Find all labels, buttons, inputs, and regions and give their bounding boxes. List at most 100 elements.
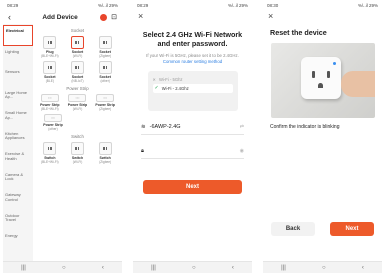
add-device-screen: 08:29 %\..il 29% ‹ Add Device ⊡ Electric… <box>3 0 122 273</box>
wifi-option-24g: ✓ Wi-Fi - 2.4Ghz <box>152 83 233 93</box>
category-electrical[interactable]: Electrical <box>3 25 33 46</box>
wifi-setup-screen: 08:29 %\..il 29% × Select 2.4 GHz Wi-Fi … <box>133 0 252 273</box>
category-small-home[interactable]: Small Home Ap... <box>3 108 33 129</box>
status-bar: 08:30 %\..il 29% <box>263 0 382 10</box>
close-icon[interactable]: × <box>133 10 252 22</box>
category-outdoor[interactable]: Outdoor Travel <box>3 211 33 232</box>
switch-icon <box>98 142 112 156</box>
device-row: ▫▫▫ Power Strip (other) <box>36 114 119 131</box>
wifi-icon: ≋ <box>141 124 146 131</box>
wifi-note: If your Wi-Fi is 5GHz, please set it to … <box>146 53 239 64</box>
power-strip-icon: ▫▫▫ <box>68 94 87 103</box>
device-row: Plug (BLE+Wi-Fi) Socket (Wi-Fi) Socket (… <box>36 36 119 58</box>
socket-icon <box>98 61 112 75</box>
status-icons: %\..il 29% <box>227 2 248 8</box>
recent-apps-icon[interactable]: ||| <box>21 265 26 271</box>
home-icon[interactable]: ○ <box>322 265 326 271</box>
device-strip-ble-wifi[interactable]: ▫▫▫ Power Strip (BLE+Wi-Fi) <box>37 94 63 111</box>
device-socket-wifi[interactable]: Socket (Wi-Fi) <box>64 36 90 58</box>
category-lighting[interactable]: Lighting <box>3 47 33 68</box>
power-strip-icon: ▫▫▫ <box>40 94 59 103</box>
category-sensors[interactable]: Sensors <box>3 67 33 88</box>
smart-plug-image <box>300 57 341 99</box>
power-strip-icon: ▫▫▫ <box>44 114 62 123</box>
nav-back-icon[interactable]: ‹ <box>102 265 104 271</box>
header: ‹ Add Device ⊡ <box>3 10 122 24</box>
wifi-option-5g: ✕ Wi-Fi - 5Ghz <box>152 76 183 82</box>
finger-press-image <box>340 71 375 97</box>
socket-icon <box>98 36 112 49</box>
confirm-text: Confirm the indicator is blinking <box>270 124 340 130</box>
device-switch-wifi[interactable]: Switch (Wi-Fi) <box>64 142 90 164</box>
password-field[interactable]: 🔒︎ ◉ <box>141 145 244 159</box>
page-title: Select 2.4 GHz Wi-Fi Network and enter p… <box>142 30 243 48</box>
reset-illustration <box>270 43 375 118</box>
status-icons: %\..il 29% <box>357 2 378 8</box>
device-grid: Socket Plug (BLE+Wi-Fi) Socket (Wi-Fi) S… <box>33 24 122 261</box>
next-button[interactable]: Next <box>143 180 242 194</box>
switch-icon <box>70 142 84 156</box>
router-setting-link[interactable]: Common router setting method <box>163 59 222 64</box>
category-camera[interactable]: Camera & Lock <box>3 170 33 191</box>
device-plug-ble-wifi[interactable]: Plug (BLE+Wi-Fi) <box>37 36 63 58</box>
home-icon[interactable]: ○ <box>62 265 66 271</box>
category-energy[interactable]: Energy <box>3 231 33 252</box>
page-title: Reset the device <box>270 28 327 37</box>
status-bar: 08:29 %\..il 29% <box>3 0 122 10</box>
section-label: Socket <box>70 28 85 33</box>
back-icon[interactable]: ‹ <box>8 12 20 22</box>
category-large-home[interactable]: Large Home Ap... <box>3 88 33 109</box>
category-exercise[interactable]: Exercise & Health <box>3 149 33 170</box>
switch-icon <box>43 142 57 156</box>
category-gateway[interactable]: Gateway Control <box>3 190 33 211</box>
device-switch-zigbee[interactable]: Switch (Zigbee) <box>92 142 118 164</box>
device-socket-other[interactable]: Socket (other) <box>92 61 118 83</box>
device-socket-ble[interactable]: Socket (BLE) <box>37 61 63 83</box>
nav-back-icon[interactable]: ‹ <box>362 265 364 271</box>
header-actions: ⊡ <box>100 13 117 21</box>
device-row: Switch (BLE+Wi-Fi) Switch (Wi-Fi) Switch… <box>36 142 119 164</box>
status-time: 08:29 <box>137 2 149 8</box>
device-switch-ble-wifi[interactable]: Switch (BLE+Wi-Fi) <box>37 142 63 164</box>
scan-badge-icon[interactable] <box>100 13 108 21</box>
category-sidebar: Electrical Lighting Sensors Large Home A… <box>3 24 33 261</box>
wifi-illustration: ✕ Wi-Fi - 5Ghz ✓ Wi-Fi - 2.4Ghz <box>147 70 238 111</box>
device-socket-nbiot[interactable]: Socket (NB-IoT) <box>64 61 90 83</box>
add-device-body: Electrical Lighting Sensors Large Home A… <box>3 24 122 261</box>
device-strip-wifi[interactable]: ▫▫▫ Power Strip (Wi-Fi) <box>64 94 90 111</box>
reset-device-screen: 08:30 %\..il 29% × Reset the device Conf… <box>263 0 382 273</box>
indicator-light <box>332 62 336 65</box>
qr-scan-icon[interactable]: ⊡ <box>111 13 117 21</box>
socket-icon <box>70 36 84 49</box>
switch-network-icon[interactable]: ⇄ <box>240 124 244 130</box>
socket-icon <box>43 36 57 49</box>
eye-icon[interactable]: ◉ <box>240 148 244 154</box>
recent-apps-icon[interactable]: ||| <box>151 265 156 271</box>
ssid-value: -6AWP-2.4G <box>149 124 181 131</box>
recent-apps-icon[interactable]: ||| <box>281 265 286 271</box>
back-button[interactable]: Back <box>271 222 315 236</box>
socket-icon <box>43 61 57 75</box>
device-row: Socket (BLE) Socket (NB-IoT) Socket (oth… <box>36 61 119 83</box>
nav-back-icon[interactable]: ‹ <box>232 265 234 271</box>
category-kitchen[interactable]: Kitchen Appliances <box>3 129 33 150</box>
device-socket-zigbee[interactable]: Socket (Zigbee) <box>92 36 118 58</box>
next-button[interactable]: Next <box>330 222 374 236</box>
status-time: 08:30 <box>267 2 279 8</box>
close-icon[interactable]: × <box>263 10 382 22</box>
wifi-option-blank <box>153 93 233 102</box>
socket-icon <box>70 61 84 75</box>
system-nav-bar: ||| ○ ‹ <box>133 261 252 273</box>
cross-icon: ✕ <box>152 76 157 82</box>
power-strip-icon: ▫▫▫ <box>96 94 115 103</box>
status-time: 08:29 <box>7 2 19 8</box>
device-strip-zigbee[interactable]: ▫▫▫ Power Strip (Zigbee) <box>92 94 118 111</box>
home-icon[interactable]: ○ <box>192 265 196 271</box>
lock-icon: 🔒︎ <box>141 147 144 154</box>
device-row: ▫▫▫ Power Strip (BLE+Wi-Fi) ▫▫▫ Power St… <box>36 94 119 111</box>
section-label: Switch <box>71 134 84 140</box>
ssid-field[interactable]: ≋ -6AWP-2.4G ⇄ <box>141 121 244 135</box>
status-icons: %\..il 29% <box>97 2 118 8</box>
device-strip-other[interactable]: ▫▫▫ Power Strip (other) <box>40 114 66 131</box>
status-bar: 08:29 %\..il 29% <box>133 0 252 10</box>
